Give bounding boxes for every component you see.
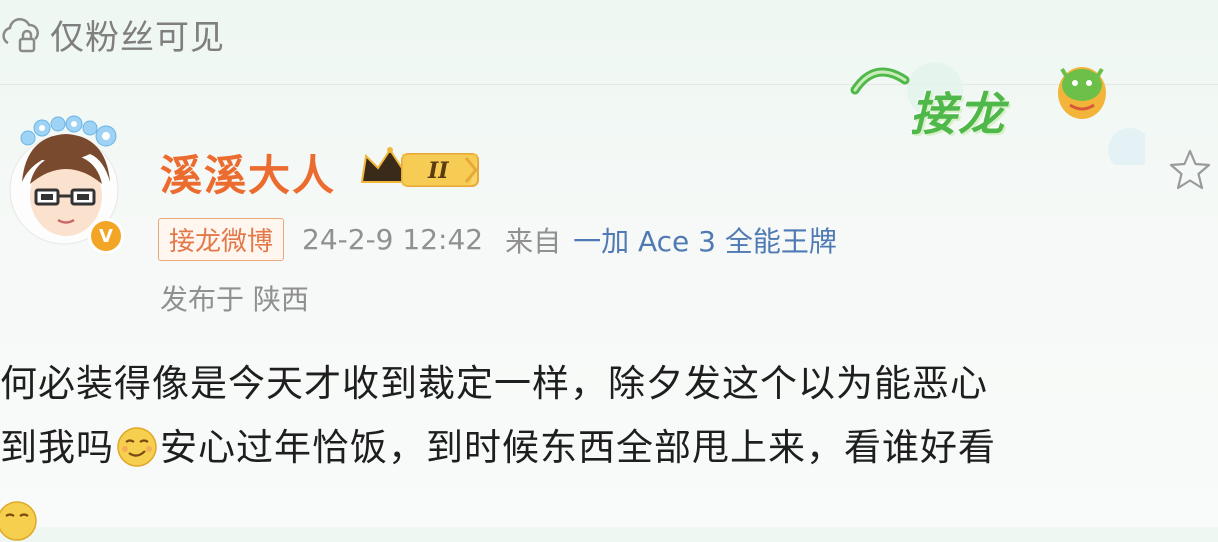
lock-cloud-icon	[2, 17, 39, 52]
jielong-banner-text: 接龙	[910, 87, 1006, 141]
vip-level-text: II	[427, 158, 449, 184]
post-content-text: 安心过年恰饭，到时候东西全部甩上来，看谁好看	[160, 426, 996, 469]
smirk-emoji-icon	[117, 427, 157, 467]
post-location: 发布于 陕西	[160, 283, 309, 316]
verified-v-icon: V	[88, 218, 124, 254]
vip-crown-badge-icon[interactable]: II	[358, 144, 484, 192]
star-outline-icon[interactable]	[1168, 148, 1212, 192]
post-content-line: 何必装得像是今天才收到裁定一样，除夕发这个以为能恶心	[0, 362, 988, 405]
post-content: 何必装得像是今天才收到裁定一样，除夕发这个以为能恶心 到我吗 安心过年恰饭，到时…	[0, 352, 1218, 480]
post-content-line: 到我吗 安心过年恰饭，到时候东西全部甩上来，看谁好看	[0, 416, 1218, 480]
visibility-row: 仅粉丝可见	[0, 10, 225, 59]
source-tag[interactable]: 接龙微博	[158, 218, 285, 261]
visibility-label: 仅粉丝可见	[50, 18, 225, 58]
author-name[interactable]: 溪溪大人	[160, 142, 336, 203]
post-content-text: 到我吗	[0, 426, 114, 469]
from-label: 来自	[505, 224, 562, 258]
post-timestamp: 24-2-9 12:42	[302, 223, 484, 256]
device-link[interactable]: 一加 Ace 3 全能王牌	[573, 220, 837, 260]
smirk-emoji-icon	[0, 501, 37, 541]
post-meta: 接龙微博 24-2-9 12:42 来自 一加 Ace 3 全能王牌	[158, 218, 837, 261]
